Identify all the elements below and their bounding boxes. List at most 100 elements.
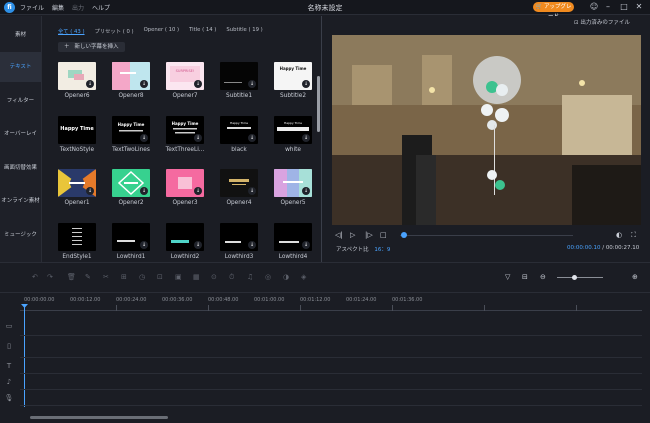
duration-icon[interactable]: ⏱ — [229, 273, 234, 282]
tab-title[interactable]: Title ( 14 ) — [189, 27, 216, 35]
download-icon[interactable]: ↓ — [302, 241, 310, 249]
download-icon[interactable]: ↓ — [248, 187, 256, 195]
zoom-slider-handle[interactable] — [572, 275, 577, 280]
download-icon[interactable]: ↓ — [302, 80, 310, 88]
download-icon[interactable]: ↓ — [140, 187, 148, 195]
tile-subtitle1[interactable]: ↓ Subtitle1 — [220, 62, 258, 99]
time-separator: / — [602, 245, 605, 251]
ruler-tick — [392, 305, 393, 311]
download-icon[interactable]: ↓ — [140, 241, 148, 249]
delete-icon[interactable]: 🗑 — [67, 273, 76, 281]
tile-lowthird1[interactable]: ↓ Lowthird1 — [112, 223, 150, 260]
freeze-icon[interactable]: ⊙ — [211, 273, 217, 281]
tile-texttwolines[interactable]: Happy Time ↓ TextTwoLines — [112, 116, 150, 153]
crop-icon[interactable]: ⊡ — [157, 273, 163, 281]
sidebar-item-transition[interactable]: 画面切替効果 — [0, 153, 41, 183]
tile-opener7[interactable]: SURPRISE! ↓ Opener7 — [166, 62, 204, 99]
tile-textthreelines[interactable]: Happy Time ↓ TextThreeLi... — [166, 116, 204, 153]
zoom-slider[interactable] — [557, 277, 603, 278]
mosaic-icon[interactable]: ▦ — [193, 273, 200, 281]
maximize-icon[interactable]: □ — [619, 2, 629, 12]
aspect-value[interactable]: 16：9 — [374, 247, 390, 253]
zoom-out-icon[interactable]: ⊖ — [540, 273, 546, 281]
tab-all[interactable]: 全て ( 43 ) — [58, 27, 85, 35]
aspect-ratio: アスペクト比 16：9 — [336, 245, 390, 253]
tile-subtitle2[interactable]: Happy Time ↓ Subtitle2 — [274, 62, 312, 99]
tile-opener3[interactable]: ↓ Opener3 — [166, 169, 204, 206]
step-back-icon[interactable]: ◁| — [335, 229, 343, 241]
close-icon[interactable]: ✕ — [634, 2, 644, 12]
download-icon[interactable]: ↓ — [194, 80, 202, 88]
tile-lowthird4[interactable]: ↓ Lowthird4 — [274, 223, 312, 260]
download-icon[interactable]: ↓ — [194, 241, 202, 249]
edit-icon[interactable]: ✎ — [85, 273, 91, 281]
exported-files-link[interactable]: ⊡ 出力済みのファイル — [574, 18, 630, 26]
zoom-in-icon[interactable]: ⊕ — [632, 273, 638, 281]
sidebar-item-online[interactable]: オンライン素材 — [0, 186, 41, 216]
tile-lowthird3[interactable]: ↓ Lowthird3 — [220, 223, 258, 260]
tile-opener6[interactable]: ↓ Opener6 — [58, 62, 96, 99]
tab-opener[interactable]: Opener ( 10 ) — [144, 27, 180, 35]
cut-icon[interactable]: ✂ — [103, 273, 109, 281]
record-icon[interactable]: ◎ — [265, 273, 271, 281]
playback-progress[interactable] — [400, 235, 573, 236]
tab-preset[interactable]: プリセット ( 0 ) — [95, 27, 134, 35]
sidebar-item-music[interactable]: ミュージック — [0, 220, 41, 250]
fit-icon[interactable]: ⊟ — [522, 273, 528, 281]
download-icon[interactable]: ↓ — [86, 80, 94, 88]
sidebar-item-media[interactable]: 素材 — [0, 20, 41, 50]
redo-icon[interactable]: ↷ — [47, 273, 53, 281]
tile-opener1[interactable]: ↓ Opener1 — [58, 169, 96, 206]
download-icon[interactable]: ↓ — [248, 80, 256, 88]
tile-opener5[interactable]: ↓ Opener5 — [274, 169, 312, 206]
tile-white[interactable]: Happy Time ↓ white — [274, 116, 312, 153]
marker-icon[interactable]: ▽ — [505, 273, 510, 281]
sidebar-item-text[interactable]: テキスト — [0, 52, 41, 82]
tile-opener4[interactable]: ↓ Opener4 — [220, 169, 258, 206]
download-icon[interactable]: ↓ — [86, 187, 94, 195]
download-icon[interactable]: ↓ — [140, 80, 148, 88]
download-icon[interactable]: ↓ — [140, 134, 148, 142]
download-icon[interactable]: ↓ — [302, 187, 310, 195]
track-divider — [20, 373, 642, 374]
speed-icon[interactable]: ◷ — [139, 273, 145, 281]
tile-opener2[interactable]: ↓ Opener2 — [112, 169, 150, 206]
audio-icon[interactable]: ♫ — [247, 273, 253, 281]
download-icon[interactable]: ↓ — [248, 241, 256, 249]
tile-lowthird2[interactable]: ↓ Lowthird2 — [166, 223, 204, 260]
tab-subtitle[interactable]: Subtitle ( 19 ) — [226, 27, 262, 35]
tile-label: Opener7 — [172, 93, 198, 99]
tile-black[interactable]: Happy Time ↓ black — [220, 116, 258, 153]
mute-icon[interactable]: ◑ — [283, 273, 289, 281]
track-divider — [20, 335, 642, 336]
volume-icon[interactable]: ◐ — [616, 229, 622, 241]
category-tabs: 全て ( 43 ) プリセット ( 0 ) Opener ( 10 ) Titl… — [58, 27, 263, 35]
sidebar-item-filter[interactable]: フィルター — [0, 86, 41, 116]
timeline-scrollbar[interactable] — [30, 416, 168, 419]
fullscreen-icon[interactable]: ⛶ — [631, 229, 636, 241]
split-icon[interactable]: ⊞ — [121, 273, 127, 281]
user-icon[interactable]: ☺ — [589, 2, 599, 12]
tile-endstyle1[interactable]: EndStyle1 — [58, 223, 96, 260]
tile-textnostyle[interactable]: Happy Time TextNoStyle — [58, 116, 96, 153]
undo-icon[interactable]: ↶ — [32, 273, 38, 281]
upgrade-button[interactable]: 🛒 アップグレード — [533, 2, 574, 20]
add-subtitle-button[interactable]: ＋ 新しい字幕を挿入 — [58, 42, 125, 52]
color-icon[interactable]: ◈ — [301, 273, 306, 281]
download-icon[interactable]: ↓ — [302, 134, 310, 142]
download-icon[interactable]: ↓ — [194, 187, 202, 195]
download-icon[interactable]: ↓ — [194, 134, 202, 142]
step-forward-icon[interactable]: |▷ — [365, 229, 373, 241]
play-icon[interactable]: ▷ — [350, 229, 355, 241]
stop-icon[interactable]: □ — [380, 229, 387, 241]
library-scroll-thumb[interactable] — [317, 76, 320, 132]
playback-handle[interactable] — [401, 232, 407, 238]
screenshot-icon[interactable]: ▣ — [175, 273, 182, 281]
minimize-icon[interactable]: – — [603, 2, 613, 12]
time-ruler[interactable]: 00:00:00.00 00:00:12.00 00:00:24.00 00:0… — [20, 297, 642, 311]
sidebar-item-overlay[interactable]: オーバーレイ — [0, 119, 41, 149]
tile-opener8[interactable]: ↓ Opener8 — [112, 62, 150, 99]
thumbnail-caption: Happy Time — [279, 66, 307, 71]
download-icon[interactable]: ↓ — [248, 134, 256, 142]
video-preview[interactable] — [332, 35, 641, 225]
